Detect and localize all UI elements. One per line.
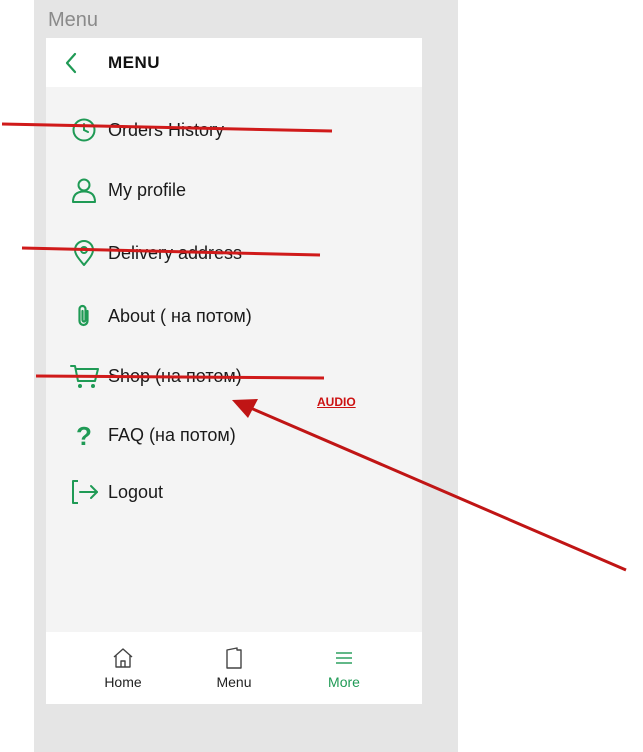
nav-home[interactable]: Home — [78, 646, 168, 696]
menu-item-label: About ( на потом) — [108, 306, 252, 326]
frame-title: Menu — [48, 9, 99, 31]
clock-history-icon — [72, 118, 96, 142]
nav-more[interactable]: More — [299, 646, 389, 696]
nav-home-label: Home — [104, 674, 142, 690]
header-bar: MENU — [46, 38, 422, 87]
hamburger-icon — [336, 652, 352, 664]
user-icon — [72, 178, 96, 203]
menu-item-label: Orders History — [108, 120, 225, 140]
map-pin-icon — [74, 240, 94, 266]
nav-menu-label: Menu — [216, 674, 252, 690]
shopping-cart-icon — [70, 365, 99, 388]
menu-item-orders-history[interactable]: Orders History — [66, 112, 406, 148]
menu-item-shop[interactable]: Shop (на потом) — [66, 358, 406, 394]
menu-item-label: My profile — [108, 180, 187, 200]
svg-text:?: ? — [76, 421, 92, 449]
menu-item-logout[interactable]: Logout — [66, 474, 406, 510]
question-mark-icon: ? — [76, 421, 92, 449]
bottom-nav: Home Menu More — [46, 632, 422, 704]
menu-item-label: Shop (на потом) — [108, 366, 242, 386]
nav-more-label: More — [328, 674, 360, 690]
menu-item-label: FAQ (на потом) — [108, 425, 236, 445]
menu-item-faq[interactable]: ? FAQ (на потом) — [66, 417, 406, 453]
menu-screen: MENU Orders History My profile Delivery … — [46, 38, 422, 704]
logout-icon — [72, 480, 98, 504]
home-icon — [113, 648, 133, 668]
page-title: MENU — [108, 53, 161, 72]
menu-item-label: Delivery address — [108, 243, 243, 263]
menu-item-label: Logout — [108, 482, 164, 502]
chevron-left-icon[interactable] — [64, 52, 78, 74]
audio-annotation: AUDIO — [317, 395, 356, 409]
menu-item-my-profile[interactable]: My profile — [66, 172, 406, 208]
nav-menu[interactable]: Menu — [189, 646, 279, 696]
menu-item-delivery-address[interactable]: Delivery address — [66, 235, 406, 271]
menu-item-about[interactable]: About ( на потом) — [66, 298, 406, 334]
paperclip-icon — [78, 304, 89, 327]
menu-book-icon — [226, 647, 242, 669]
